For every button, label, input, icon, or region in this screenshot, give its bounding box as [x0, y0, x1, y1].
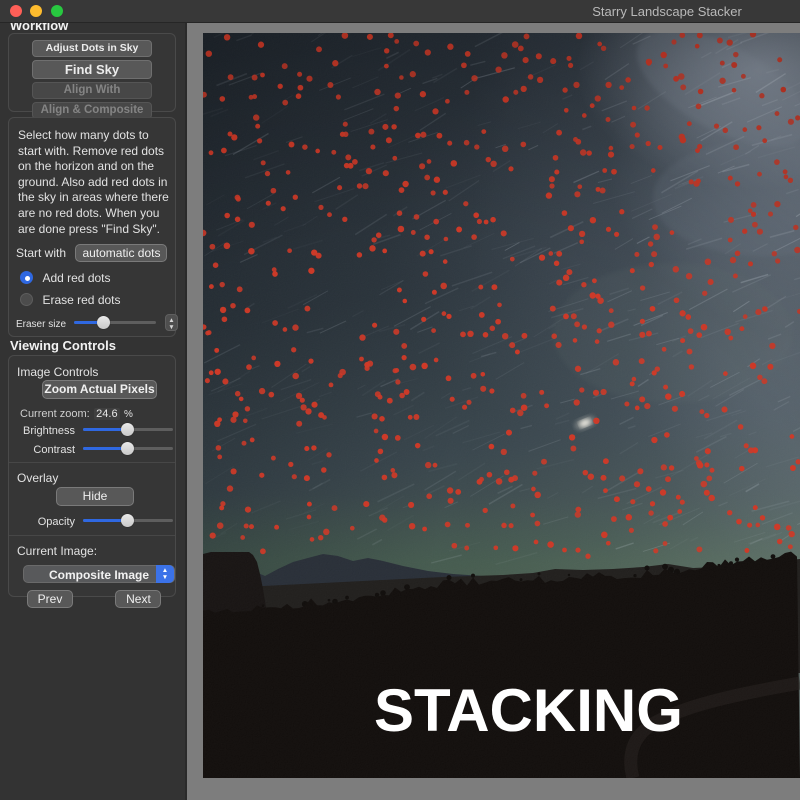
current-image-dropdown[interactable]: Composite Image ▲▼	[23, 565, 175, 583]
sky-scene	[203, 33, 800, 778]
start-with-label: Start with	[16, 246, 66, 260]
dropdown-stepper-icon[interactable]: ▲▼	[156, 565, 174, 583]
current-zoom-value[interactable]: 24.6	[94, 408, 119, 420]
percent-sign: %	[124, 409, 133, 420]
separator	[9, 462, 175, 463]
stacking-status-text: STACKING	[374, 681, 683, 741]
find-sky-button[interactable]: Find Sky	[32, 60, 152, 79]
slider-thumb[interactable]	[121, 423, 134, 436]
eraser-size-stepper[interactable]: ▲▼	[165, 314, 178, 331]
radio-add-label: Add red dots	[42, 271, 110, 285]
slider-thumb[interactable]	[97, 316, 110, 329]
eraser-size-slider[interactable]	[74, 316, 156, 329]
automatic-dots-button[interactable]: automatic dots	[75, 244, 167, 262]
instructions-text: Select how many dots to start with. Remo…	[18, 128, 170, 237]
viewing-controls-header: Viewing Controls	[10, 338, 116, 353]
opacity-slider[interactable]	[83, 514, 173, 527]
radio-add-red-dots[interactable]: Add red dots	[20, 269, 188, 287]
image-controls-label: Image Controls	[17, 365, 98, 379]
brightness-slider[interactable]	[83, 423, 173, 436]
contrast-label: Contrast	[9, 444, 75, 456]
current-image-label: Current Image:	[17, 544, 97, 558]
minimize-window-icon[interactable]	[30, 5, 42, 17]
workflow-box: Adjust Dots in Sky Find Sky Align With A…	[8, 33, 176, 112]
window-title: Starry Landscape Stacker	[552, 4, 782, 19]
sidebar: Workflow Adjust Dots in Sky Find Sky Ali…	[0, 22, 187, 800]
slider-thumb[interactable]	[121, 442, 134, 455]
eraser-size-label: Eraser size	[16, 319, 66, 330]
prev-image-button[interactable]: Prev	[27, 590, 73, 608]
dot-controls-box: Select how many dots to start with. Remo…	[8, 117, 176, 337]
title-bar: Starry Landscape Stacker	[0, 0, 800, 23]
adjust-dots-in-sky-button[interactable]: Adjust Dots in Sky	[32, 40, 152, 57]
radio-erase-red-dots[interactable]: Erase red dots	[20, 291, 188, 309]
separator	[9, 535, 175, 536]
image-canvas[interactable]: STACKING	[203, 33, 800, 778]
hide-overlay-button[interactable]: Hide	[56, 487, 134, 506]
current-zoom-label: Current zoom:	[20, 408, 90, 420]
slider-thumb[interactable]	[121, 514, 134, 527]
next-image-button[interactable]: Next	[115, 590, 161, 608]
opacity-label: Opacity	[9, 516, 75, 528]
radio-button-icon[interactable]	[20, 271, 33, 284]
brightness-label: Brightness	[9, 425, 75, 437]
viewing-controls-box: Image Controls Zoom Actual Pixels Curren…	[8, 355, 176, 597]
close-window-icon[interactable]	[10, 5, 22, 17]
radio-erase-label: Erase red dots	[42, 293, 120, 307]
contrast-slider[interactable]	[83, 442, 173, 455]
radio-button-icon[interactable]	[20, 293, 33, 306]
current-image-value: Composite Image	[49, 568, 149, 582]
zoom-actual-pixels-button[interactable]: Zoom Actual Pixels	[42, 380, 157, 399]
overlay-label: Overlay	[17, 471, 58, 485]
align-with-button[interactable]: Align With	[32, 82, 152, 99]
zoom-window-icon[interactable]	[51, 5, 63, 17]
